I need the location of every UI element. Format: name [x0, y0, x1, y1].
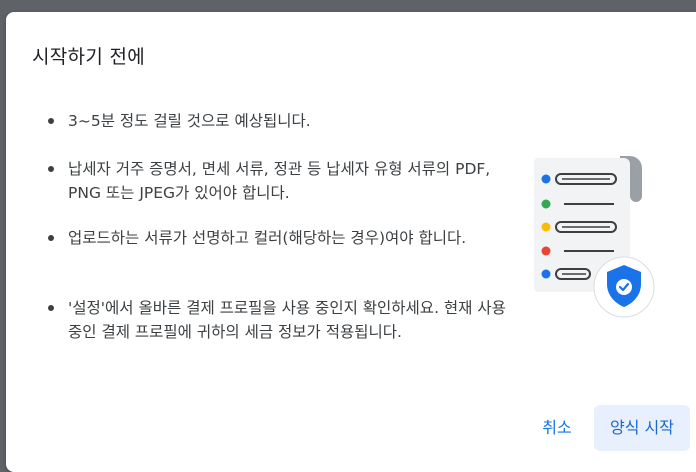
start-form-button[interactable]: 양식 시작: [594, 405, 690, 451]
dialog-title: 시작하기 전에: [32, 46, 146, 68]
list-item-text: 업로드하는 서류가 선명하고 컬러(해당하는 경우)여야 합니다.: [68, 229, 467, 247]
list-item: 업로드하는 서류가 선명하고 컬러(해당하는 경우)여야 합니다.: [32, 226, 512, 250]
list-item: '설정'에서 올바른 결제 프로필을 사용 중인지 확인하세요. 현재 사용 중…: [32, 296, 512, 344]
bullet-icon: [48, 235, 54, 241]
document-checklist-with-shield-icon: [528, 152, 658, 327]
bullet-icon: [48, 166, 54, 172]
bullet-icon: [48, 305, 54, 311]
list-item-text: '설정'에서 올바른 결제 프로필을 사용 중인지 확인하세요. 현재 사용 중…: [68, 299, 506, 341]
list-item: 3~5분 정도 걸릴 것으로 예상됩니다.: [32, 109, 512, 133]
bullet-icon: [48, 118, 54, 124]
before-you-start-dialog: 시작하기 전에 3~5분 정도 걸릴 것으로 예상됩니다. 납세자 거주 증명서…: [6, 12, 696, 472]
list-item-text: 3~5분 정도 걸릴 것으로 예상됩니다.: [68, 112, 311, 130]
list-item: 납세자 거주 증명서, 면세 서류, 정관 등 납세자 유형 서류의 PDF, …: [32, 157, 512, 205]
list-item-text: 납세자 거주 증명서, 면세 서류, 정관 등 납세자 유형 서류의 PDF, …: [68, 160, 491, 202]
cancel-button[interactable]: 취소: [522, 405, 592, 451]
